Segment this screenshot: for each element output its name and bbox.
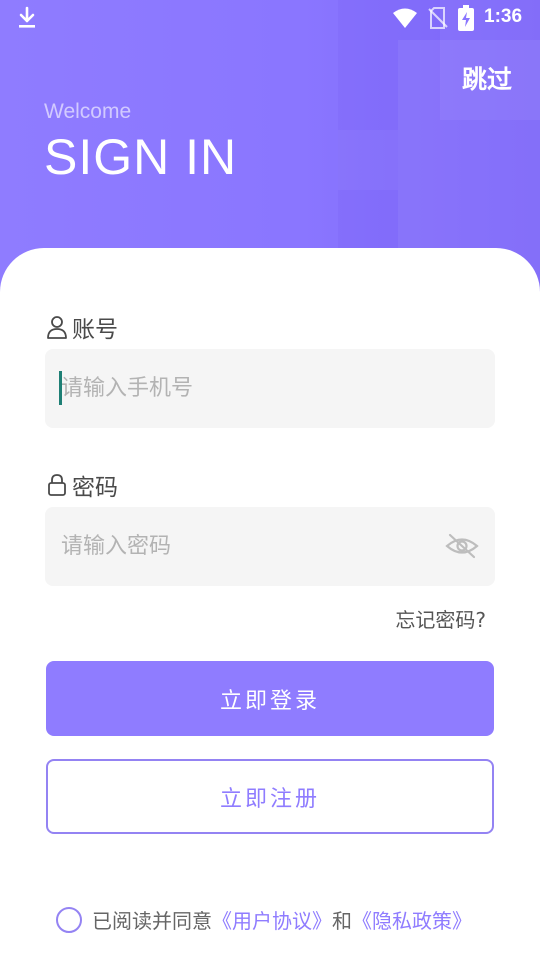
battery-charging-icon (458, 5, 474, 31)
page-title: SIGN IN (44, 129, 238, 185)
user-agreement-link[interactable]: 《用户协议》 (212, 905, 332, 934)
user-icon (47, 316, 67, 339)
skip-button[interactable]: 跳过 (462, 60, 512, 96)
register-button[interactable]: 立即注册 (46, 759, 494, 834)
privacy-policy-link[interactable]: 《隐私政策》 (352, 905, 472, 934)
download-icon (19, 6, 35, 28)
password-label: 密码 (46, 468, 118, 502)
eye-off-icon[interactable] (445, 531, 479, 561)
header-decoration (338, 130, 398, 190)
status-time: 1:36 (484, 6, 523, 27)
text-caret (59, 371, 62, 405)
agreement-prefix: 已阅读并同意 (92, 909, 212, 933)
forgot-password-link[interactable]: 忘记密码? (395, 604, 486, 633)
lock-icon (48, 474, 66, 496)
no-sim-icon (428, 7, 448, 29)
account-label-text: 账号 (72, 317, 118, 343)
password-input[interactable] (45, 525, 423, 568)
agree-radio[interactable] (56, 906, 82, 933)
status-bar: 1:36 (0, 0, 540, 36)
agreement-row: 已阅读并同意 《用户协议》 和 《隐私政策》 (56, 905, 472, 934)
login-button[interactable]: 立即登录 (46, 661, 494, 736)
password-input-box[interactable] (45, 507, 495, 586)
account-label: 账号 (46, 310, 118, 344)
wifi-icon (393, 8, 417, 28)
agreement-connector: 和 (332, 909, 352, 933)
welcome-text: Welcome (44, 100, 132, 123)
password-label-text: 密码 (72, 475, 118, 501)
phone-input[interactable] (45, 367, 423, 410)
account-input-box[interactable] (45, 349, 495, 428)
